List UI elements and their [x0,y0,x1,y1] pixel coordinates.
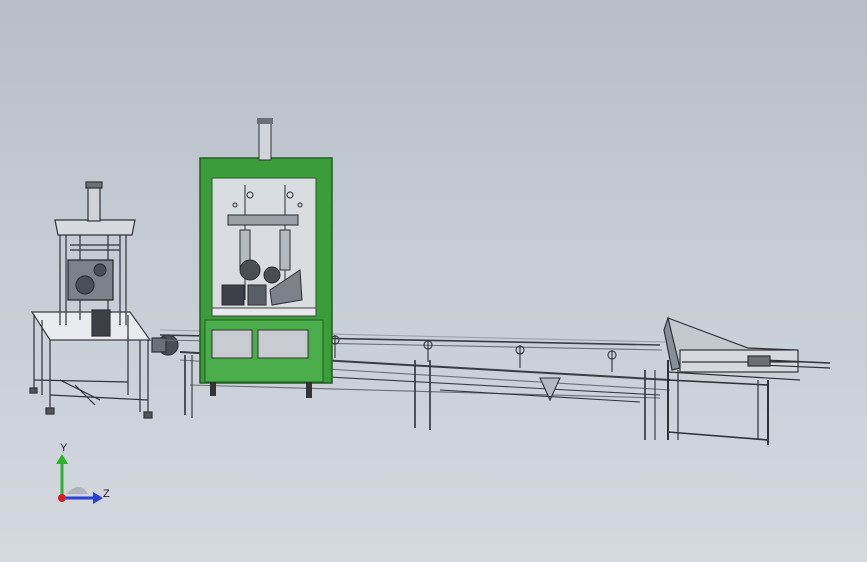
assembly-model[interactable] [0,0,867,562]
y-axis-arrowhead [56,454,68,464]
triad-graphic [56,454,103,504]
cad-viewport[interactable]: Y Z [0,0,867,562]
z-axis-arrowhead [93,492,103,504]
left-assembly-station[interactable] [29,181,179,419]
x-axis-marker [58,494,66,502]
green-cabinet-press[interactable] [199,118,333,398]
y-axis-label: Y [60,442,68,454]
z-axis-label: Z [103,488,110,500]
discharge-chute[interactable] [663,315,831,445]
orientation-triad[interactable]: Y Z [40,440,120,520]
view-plane-indicator [66,487,88,494]
